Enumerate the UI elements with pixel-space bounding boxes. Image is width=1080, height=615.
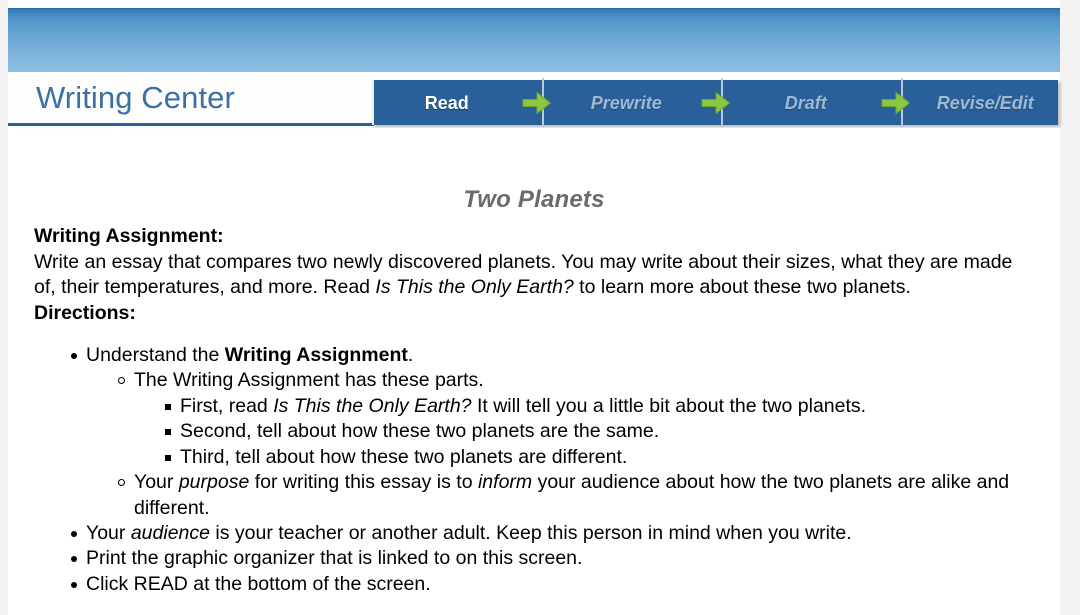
writing-process-nav: Read Prewrite Draft Revise/Edit	[372, 78, 1059, 127]
sub-2-text-mid: for writing this essay is to	[249, 471, 478, 494]
list-item: First, read Is This the Only Earth? It w…	[134, 394, 1034, 419]
nav-step-read[interactable]: Read	[374, 80, 520, 125]
list-item: Your audience is your teacher or another…	[34, 521, 1034, 546]
nav-step-prewrite-label: Prewrite	[590, 92, 662, 113]
bullet-1-text-post: .	[407, 343, 414, 366]
step-1-text-pre: First, read	[180, 394, 274, 417]
list-item: The Writing Assignment has these parts. …	[86, 368, 1034, 470]
directions-list: Understand the Writing Assignment. The W…	[34, 343, 1034, 597]
assignment-book-title: Is This the Only Earth?	[375, 276, 574, 299]
bullet-1-text-pre: Understand the	[86, 343, 225, 366]
nav-step-draft[interactable]: Draft	[733, 80, 879, 125]
step-1-text-post: It will tell you a little bit about the …	[471, 394, 867, 417]
directions-subsublist: First, read Is This the Only Earth? It w…	[134, 394, 1034, 470]
bullet-4-text: Click READ at the bottom of the screen.	[86, 572, 431, 595]
step-3-text: Third, tell about how these two planets …	[180, 445, 628, 468]
list-item: Click READ at the bottom of the screen.	[34, 572, 1034, 597]
green-arrow-right-icon	[522, 90, 551, 115]
list-item: Understand the Writing Assignment. The W…	[34, 343, 1034, 521]
sub-2-italic-inform: inform	[477, 471, 533, 494]
nav-separator-1	[520, 78, 554, 127]
bullet-disc-icon	[71, 581, 77, 588]
bullet-circle-icon	[118, 377, 125, 385]
directions-label: Directions:	[34, 301, 136, 324]
top-banner	[8, 8, 1060, 72]
list-item: Print the graphic organizer that is link…	[34, 546, 1034, 571]
nav-step-revise-edit-label: Revise/Edit	[936, 92, 1034, 113]
bullet-square-icon	[165, 454, 171, 461]
sub-2-text-pre: Your	[134, 471, 179, 494]
bullet-2-italic-audience: audience	[130, 522, 210, 545]
bullet-2-text-post: is your teacher or another adult. Keep t…	[209, 522, 852, 545]
assignment-content: Two Planets Writing Assignment: Write an…	[8, 128, 1060, 615]
bullet-disc-icon	[71, 352, 77, 359]
step-2-text: Second, tell about how these two planets…	[180, 420, 660, 443]
writing-assignment-label: Writing Assignment:	[34, 225, 224, 248]
bullet-circle-icon	[118, 479, 125, 487]
green-arrow-right-icon	[881, 90, 910, 115]
bullet-square-icon	[165, 403, 171, 410]
nav-step-draft-label: Draft	[784, 92, 827, 113]
bullet-1-text-bold: Writing Assignment	[224, 343, 408, 366]
bullet-2-text-pre: Your	[86, 522, 131, 545]
nav-step-read-label: Read	[424, 92, 469, 113]
writing-assignment-block: Writing Assignment: Write an essay that …	[34, 224, 1034, 326]
bullet-3-text: Print the graphic organizer that is link…	[86, 547, 583, 570]
site-header: Writing Center Read Prewrite Draft Revis…	[8, 72, 1060, 128]
page-root: Writing Center Read Prewrite Draft Revis…	[0, 0, 1080, 615]
list-item: Third, tell about how these two planets …	[134, 445, 1034, 470]
sub-1-text: The Writing Assignment has these parts.	[134, 369, 484, 392]
green-arrow-right-icon	[701, 90, 731, 115]
assignment-title: Two Planets	[463, 186, 605, 213]
nav-step-revise-edit[interactable]: Revise/Edit	[913, 80, 1059, 125]
page-title: Writing Center	[36, 80, 235, 115]
bullet-disc-icon	[71, 556, 77, 563]
bullet-disc-icon	[71, 531, 77, 538]
nav-separator-3	[879, 78, 913, 127]
directions-sublist: The Writing Assignment has these parts. …	[86, 368, 1034, 521]
list-item: Second, tell about how these two planets…	[134, 419, 1034, 444]
assignment-text-part2: to learn more about these two planets.	[573, 276, 911, 299]
sub-2-italic-purpose: purpose	[178, 471, 250, 494]
brand-plate: Writing Center	[8, 72, 374, 126]
list-item: Your purpose for writing this essay is t…	[86, 470, 1034, 521]
step-1-book-title: Is This the Only Earth?	[273, 394, 472, 417]
nav-step-prewrite[interactable]: Prewrite	[554, 80, 700, 125]
nav-separator-2	[699, 78, 733, 127]
bullet-square-icon	[165, 429, 171, 436]
